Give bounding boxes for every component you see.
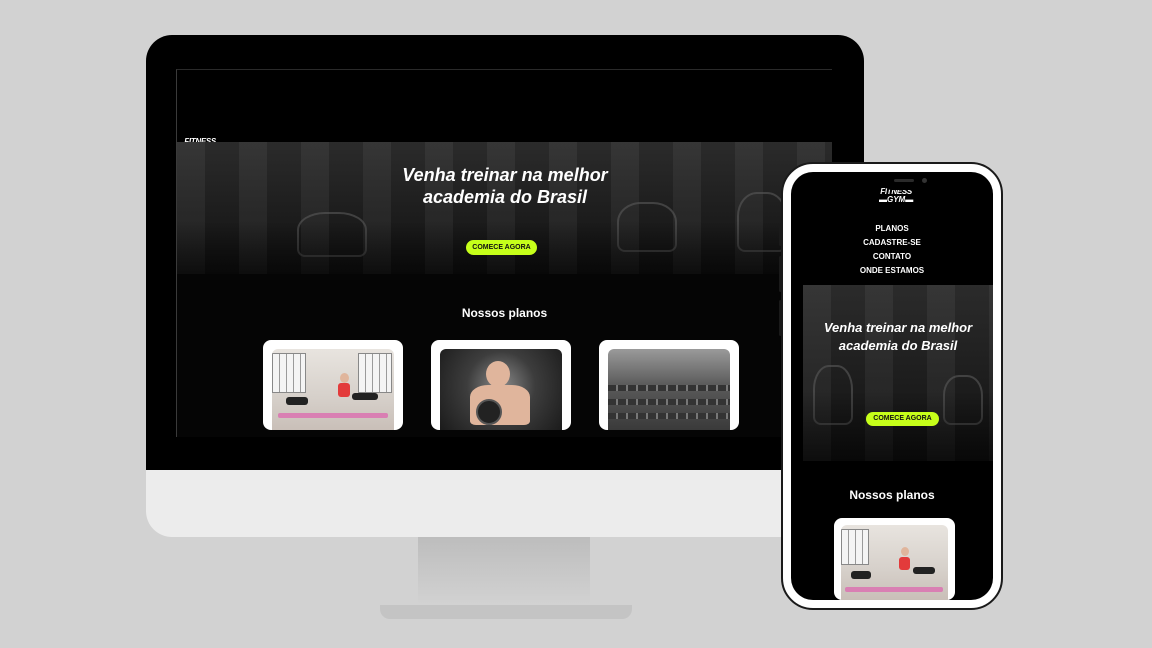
dumbbell-rack-image (608, 385, 730, 391)
plan-card[interactable] (599, 340, 739, 430)
gym-machine-image (617, 202, 677, 252)
gym-machine-image (943, 375, 983, 425)
dumbbell-rack-image (608, 413, 730, 419)
desktop-screen: FITNESS ▬GYM▬ PLANOS CADASTRE-SE CONTATO… (176, 69, 832, 437)
nav-item-contato[interactable]: CONTATO (791, 250, 993, 264)
person-head-image (901, 547, 909, 556)
phone-side-button (779, 224, 782, 246)
nav-item-cadastre-se[interactable]: CADASTRE-SE (791, 236, 993, 250)
person-image (352, 393, 378, 400)
monitor-stand-neck (418, 535, 590, 611)
logo[interactable]: FITNESS ▬GYM▬ (879, 188, 913, 204)
gym-machine-image (813, 365, 853, 425)
person-image (338, 383, 350, 397)
phone-side-button (779, 300, 782, 336)
weight-plate-image (476, 399, 502, 425)
desktop-monitor: FITNESS ▬GYM▬ PLANOS CADASTRE-SE CONTATO… (146, 35, 864, 619)
start-now-button[interactable]: COMECE AGORA (866, 412, 939, 426)
phone-mockup: FITNESS ▬GYM▬ PLANOS CADASTRE-SE CONTATO… (779, 162, 1003, 610)
window-image (358, 353, 392, 393)
hero-title-line2: academia do Brasil (838, 338, 958, 353)
plan-image-dumbbells (608, 349, 730, 430)
dumbbell-rack-image (608, 399, 730, 405)
window-image (841, 529, 869, 565)
gym-machine-image (297, 212, 367, 257)
hero-title: Venha treinar na melhor academia do Bras… (803, 319, 993, 355)
hero-banner: Venha treinar na melhor academia do Bras… (177, 142, 832, 274)
start-now-button[interactable]: COMECE AGORA (466, 240, 537, 255)
nav-item-planos[interactable]: PLANOS (791, 222, 993, 236)
monitor-chin (146, 470, 864, 537)
plan-card[interactable] (431, 340, 571, 430)
hero-banner: Venha treinar na melhor academia do Bras… (803, 285, 993, 461)
hero-title: Venha treinar na melhor academia do Bras… (177, 164, 832, 208)
desktop-navbar (177, 70, 832, 142)
plan-card[interactable] (263, 340, 403, 430)
phone-screen: FITNESS ▬GYM▬ PLANOS CADASTRE-SE CONTATO… (791, 172, 993, 600)
plan-image-yoga (841, 525, 948, 600)
person-head-image (486, 361, 510, 387)
hero-title-line2: academia do Brasil (422, 187, 588, 207)
logo-text-gym: ▬GYM▬ (879, 195, 914, 204)
monitor-bezel: FITNESS ▬GYM▬ PLANOS CADASTRE-SE CONTATO… (146, 35, 864, 470)
yoga-mat-image (278, 413, 388, 418)
speaker-icon (894, 179, 914, 182)
plan-card[interactable] (834, 518, 955, 600)
hero-title-line1: Venha treinar na melhor (402, 165, 608, 185)
plans-section-title: Nossos planos (461, 306, 548, 320)
person-image (913, 567, 935, 574)
nav-item-onde-estamos[interactable]: ONDE ESTAMOS (791, 264, 993, 278)
phone-side-button (779, 256, 782, 292)
monitor-stand-foot (380, 605, 632, 619)
hero-title-line1: Venha treinar na melhor (823, 320, 973, 335)
window-image (272, 353, 306, 393)
person-image (286, 397, 308, 405)
person-image (851, 571, 871, 579)
plan-image-yoga (272, 349, 394, 430)
camera-icon (922, 178, 927, 183)
person-image (899, 557, 910, 570)
yoga-mat-image (845, 587, 943, 592)
mobile-menu: PLANOS CADASTRE-SE CONTATO ONDE ESTAMOS (791, 222, 993, 278)
plan-image-weights (440, 349, 562, 430)
person-head-image (340, 373, 349, 383)
plans-section-title: Nossos planos (849, 488, 935, 502)
phone-notch (882, 172, 960, 190)
